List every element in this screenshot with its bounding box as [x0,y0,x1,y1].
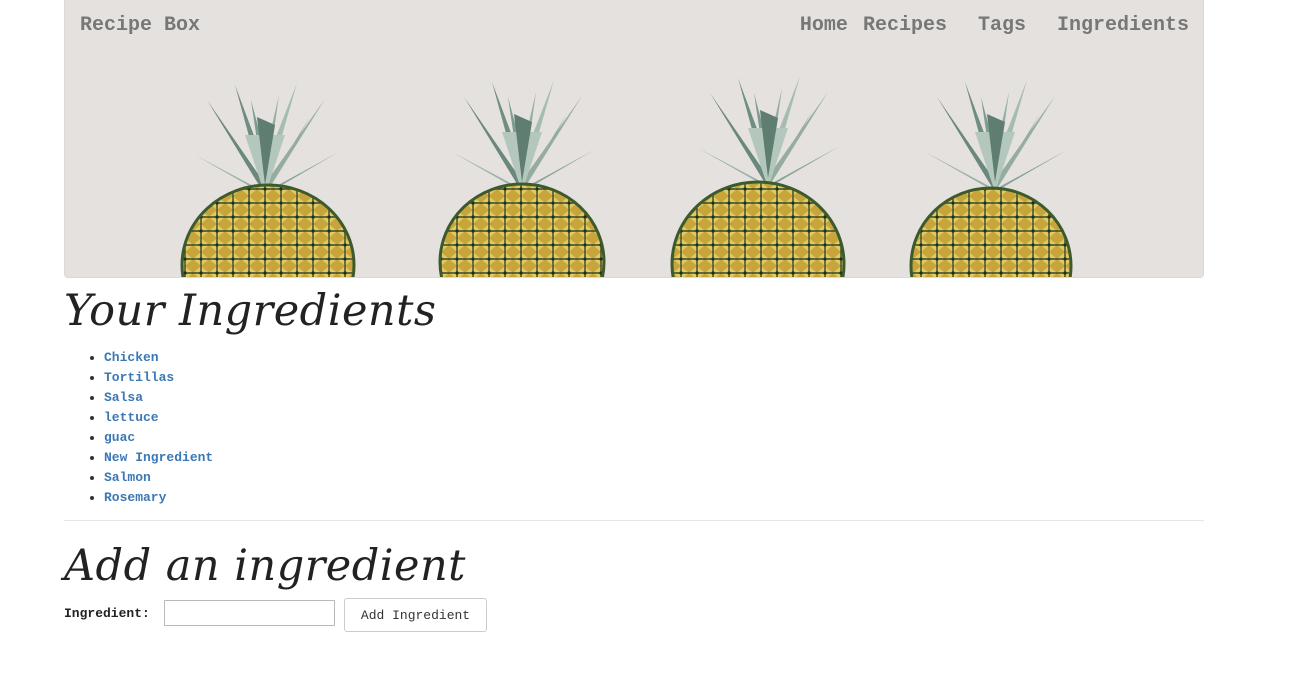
add-ingredient-button[interactable]: Add Ingredient [344,598,487,632]
ingredient-link[interactable]: lettuce [104,410,159,425]
ingredient-link[interactable]: New Ingredient [104,450,213,465]
ingredient-link[interactable]: Rosemary [104,490,166,505]
list-item: Salmon [104,468,213,488]
page-container: Recipe Box Home Recipes Tags Ingredients… [64,0,1204,632]
nav-tags-link[interactable]: Tags [978,14,1026,37]
add-ingredient-title: Add an ingredient [64,541,466,591]
hero-banner: Recipe Box Home Recipes Tags Ingredients [64,0,1204,278]
ingredient-field-label: Ingredient: [64,606,150,621]
ingredient-link[interactable]: Salmon [104,470,151,485]
nav-recipes-link[interactable]: Recipes [863,14,947,37]
list-item: Rosemary [104,488,213,508]
ingredient-link[interactable]: guac [104,430,135,445]
list-item: Chicken [104,348,213,368]
list-item: New Ingredient [104,448,213,468]
pineapples-photo [65,0,1203,277]
brand-link[interactable]: Recipe Box [80,14,200,37]
ingredient-link[interactable]: Chicken [104,350,159,365]
ingredients-title: Your Ingredients [64,286,437,336]
main-nav: Home Recipes Tags Ingredients [800,14,1189,37]
list-item: Salsa [104,388,213,408]
ingredient-list: Chicken Tortillas Salsa lettuce guac New… [64,348,213,508]
ingredient-input[interactable] [164,600,335,626]
list-item: lettuce [104,408,213,428]
ingredient-link[interactable]: Salsa [104,390,143,405]
nav-home-link[interactable]: Home [800,14,848,37]
list-item: guac [104,428,213,448]
nav-ingredients-link[interactable]: Ingredients [1057,14,1189,37]
section-divider [64,520,1204,521]
list-item: Tortillas [104,368,213,388]
ingredient-link[interactable]: Tortillas [104,370,174,385]
